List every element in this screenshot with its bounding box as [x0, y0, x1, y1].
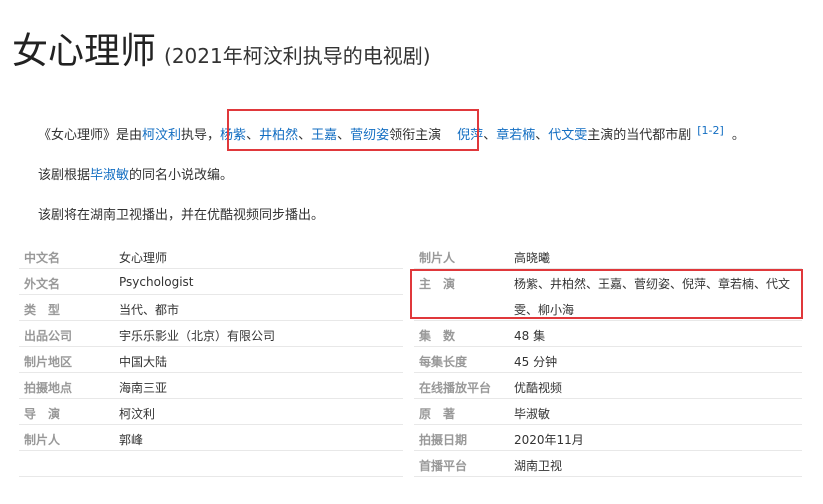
infobox-row: 中文名 女心理师	[19, 243, 403, 269]
infobox-value: 郭峰	[119, 433, 144, 447]
infobox-value: 湖南卫视	[514, 459, 563, 473]
infobox-value: 海南三亚	[119, 381, 168, 395]
infobox-key: 原 著	[419, 407, 456, 421]
infobox-value: 女心理师	[119, 251, 168, 265]
infobox-row: 制片人 郭峰	[19, 425, 403, 451]
summary-paragraph-2: 该剧根据毕淑敏的同名小说改编。	[38, 168, 234, 183]
co-actor-link[interactable]: 章若楠	[496, 128, 535, 143]
summary-paragraph-3: 该剧将在湖南卫视播出，并在优酷视频同步播出。	[38, 208, 325, 223]
infobox-value: 宇乐乐影业（北京）有限公司	[119, 329, 276, 343]
infobox-row: 制片人 高晓曦	[414, 243, 802, 269]
infobox-row: 拍摄地点 海南三亚	[19, 373, 403, 399]
infobox-key: 制片人	[24, 433, 61, 447]
infobox-key: 制片地区	[24, 355, 73, 369]
infobox-row: 外文名 Psychologist	[19, 269, 403, 295]
infobox-row: 出品公司 宇乐乐影业（北京）有限公司	[19, 321, 403, 347]
infobox-key: 导 演	[24, 407, 61, 421]
infobox-key: 类 型	[24, 303, 61, 317]
director-link[interactable]: 柯汶利	[142, 128, 181, 143]
infobox-row: 类 型 当代、都市	[19, 295, 403, 321]
page-title: 女心理师	[12, 31, 157, 72]
infobox-row: 在线播放平台 优酷视频	[414, 373, 802, 399]
infobox-key: 拍摄日期	[419, 433, 468, 447]
infobox-value: 2020年11月	[514, 433, 584, 447]
infobox-key: 每集长度	[419, 355, 468, 369]
infobox-value: 48 集	[514, 329, 546, 343]
infobox-key: 在线播放平台	[419, 381, 492, 395]
infobox-row: 制片地区 中国大陆	[19, 347, 403, 373]
infobox-key: 出品公司	[24, 329, 73, 343]
infobox-key: 外文名	[24, 277, 61, 291]
infobox-row: 集 数 48 集	[414, 321, 802, 347]
infobox-key: 中文名	[24, 251, 61, 265]
infobox-key: 首播平台	[419, 459, 468, 473]
infobox-key: 制片人	[419, 251, 456, 265]
infobox-value: 毕淑敏	[514, 407, 551, 421]
infobox-row: 每集长度 45 分钟	[414, 347, 802, 373]
infobox-key: 拍摄地点	[24, 381, 73, 395]
infobox-row-empty	[19, 451, 403, 477]
infobox-value: Psychologist	[119, 275, 194, 289]
highlight-box-cast	[410, 269, 803, 319]
page-subtitle: (2021年柯汶利执导的电视剧)	[164, 44, 431, 68]
reference-link[interactable]: [1-2]	[697, 124, 724, 137]
infobox-key: 集 数	[419, 329, 456, 343]
infobox-row: 首播平台 湖南卫视	[414, 451, 802, 477]
infobox-value: 当代、都市	[119, 303, 180, 317]
co-actor-link[interactable]: 代文雯	[548, 128, 587, 143]
infobox-row: 原 著 毕淑敏	[414, 399, 802, 425]
highlight-box-lead-actors	[227, 109, 479, 151]
infobox-value: 中国大陆	[119, 355, 168, 369]
page-title-row: 女心理师 (2021年柯汶利执导的电视剧)	[12, 22, 431, 74]
infobox-value: 高晓曦	[514, 251, 551, 265]
infobox-row: 导 演 柯汶利	[19, 399, 403, 425]
author-link[interactable]: 毕淑敏	[90, 168, 129, 183]
infobox-value: 优酷视频	[514, 381, 563, 395]
infobox-value: 45 分钟	[514, 355, 558, 369]
infobox-row: 拍摄日期 2020年11月	[414, 425, 802, 451]
infobox-value: 柯汶利	[119, 407, 156, 421]
